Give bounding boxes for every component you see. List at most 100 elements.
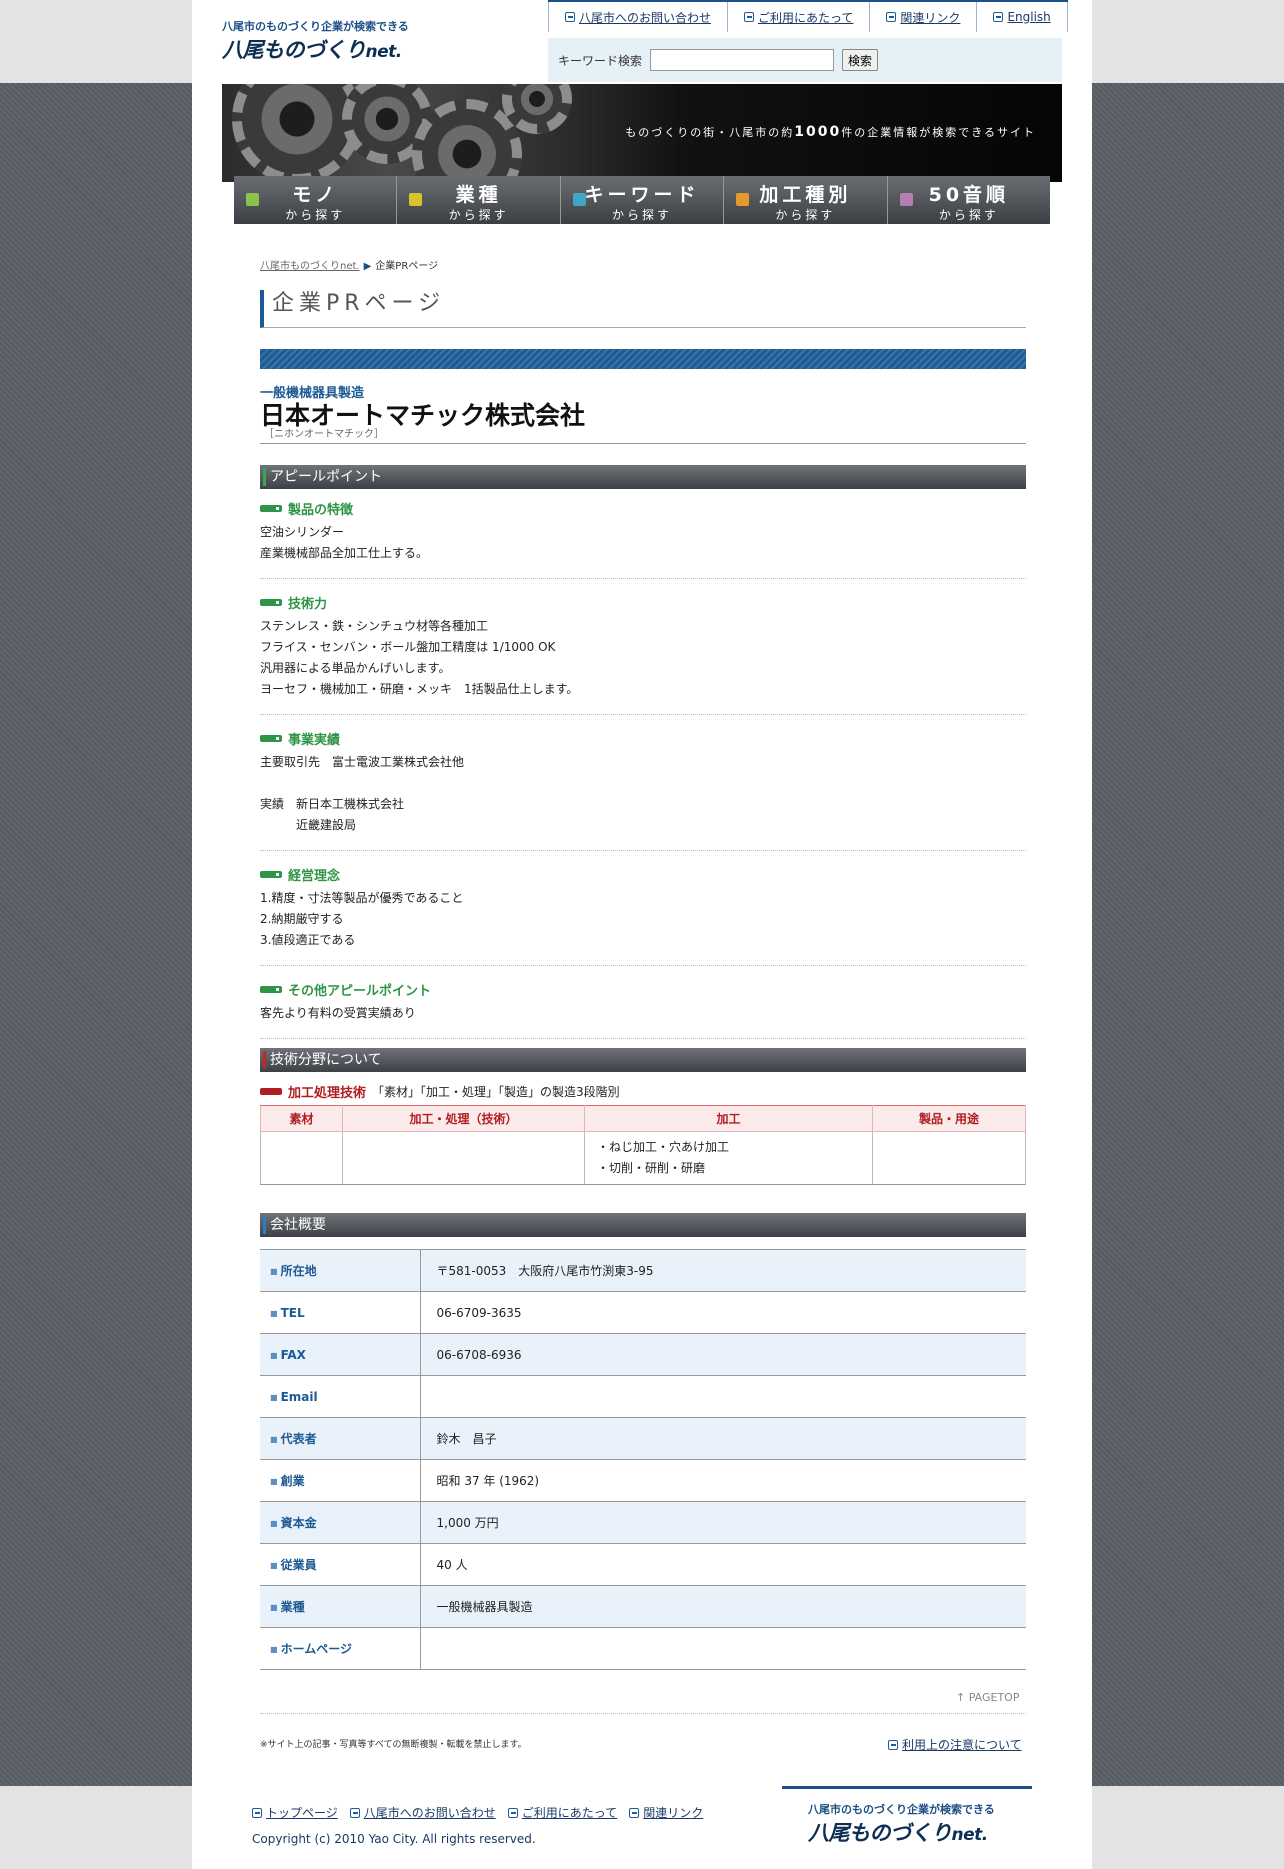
section-header: 会社概要 [260, 1213, 1026, 1237]
profile-key: FAX [260, 1333, 421, 1376]
arrow-icon [629, 1807, 640, 1818]
profile-value: 06-6708-6936 [420, 1333, 1026, 1376]
nav-gyoshu-button[interactable]: 業種 から探す [397, 176, 561, 224]
bullet-icon [260, 505, 282, 512]
appeal-body: ステンレス・鉄・シンチュウ材等各種加工 フライス・センバン・ボール盤加工精度は … [260, 619, 579, 696]
profile-key: 業種 [260, 1585, 421, 1628]
footer-logo[interactable]: 八尾ものづくりnet. [808, 1817, 988, 1847]
search-label: キーワード検索 [558, 53, 643, 68]
profile-key: 所在地 [260, 1249, 421, 1292]
bullet-icon [260, 735, 282, 742]
breadcrumb-current: 企業PRページ [375, 261, 439, 272]
hero-text: ものづくりの街・八尾市の約1000件の企業情報が検索できるサイト [625, 124, 1036, 140]
table-row: 資本金1,000 万円 [260, 1501, 1026, 1544]
tech-subheading: 加工処理技術 「素材」「加工・処理」「製造」の製造3段階別 [260, 1082, 1026, 1101]
appeal-title: 技術力 [288, 597, 328, 612]
site-tagline: 八尾市のものづくり企業が検索できる [222, 20, 409, 33]
table-row: Email [260, 1375, 1026, 1418]
pagetop-link[interactable]: ↑ PAGETOP [956, 1691, 1019, 1704]
appeal-title: 製品の特徴 [288, 503, 354, 518]
profile-table: 所在地〒581-0053 大阪府八尾市竹渕東3-95 TEL06-6709-36… [260, 1249, 1026, 1670]
appeal-body: 客先より有料の受賞実績あり [260, 1006, 416, 1020]
search-button[interactable]: 検索 [842, 49, 879, 71]
breadcrumb: 八尾市ものづくりnet. ▶ 企業PRページ [260, 257, 438, 272]
triangle-right-icon: ▶ [363, 261, 372, 272]
arrow-icon [349, 1807, 360, 1818]
keyword-search-bar: キーワード検索 検索 [548, 38, 1062, 82]
table-row: 所在地〒581-0053 大阪府八尾市竹渕東3-95 [260, 1249, 1026, 1292]
footer-links-link[interactable]: 関連リンク [629, 1804, 703, 1821]
breadcrumb-home-link[interactable]: 八尾市ものづくりnet. [260, 261, 360, 272]
profile-value: 鈴木 昌子 [420, 1417, 1026, 1460]
divider [260, 1713, 1026, 1714]
table-header: 加工・処理（技術） [342, 1105, 585, 1132]
tech-note: 「素材」「加工・処理」「製造」の製造3段階別 [372, 1085, 620, 1099]
tech-table: 素材 加工・処理（技術） 加工 製品・用途 ・ねじ加工・穴あけ加工 ・切削・研削… [260, 1105, 1026, 1185]
profile-value: 40 人 [420, 1543, 1026, 1586]
nav-kakou-button[interactable]: 加工種別 から探す [724, 176, 888, 224]
appeal-title: その他アピールポイント [288, 984, 432, 999]
footer-logo-box: 八尾市のものづくり企業が検索できる 八尾ものづくりnet. [782, 1786, 1032, 1869]
table-cell: ・ねじ加工・穴あけ加工 ・切削・研削・研磨 [584, 1131, 873, 1185]
arrow-icon [565, 12, 575, 22]
arrow-icon [246, 193, 259, 206]
arrow-icon [409, 193, 423, 206]
hero-banner: ものづくりの街・八尾市の約1000件の企業情報が検索できるサイト [222, 84, 1062, 182]
table-row: TEL06-6709-3635 [260, 1291, 1026, 1334]
bullet-icon [260, 599, 282, 606]
profile-value: 〒581-0053 大阪府八尾市竹渕東3-95 [420, 1249, 1026, 1292]
site-logo[interactable]: 八尾ものづくりnet. [222, 34, 402, 64]
profile-value: 06-6709-3635 [420, 1291, 1026, 1334]
profile-value [420, 1375, 1026, 1418]
profile-value [420, 1627, 1026, 1670]
arrow-icon [993, 12, 1004, 22]
arrow-icon [252, 1807, 262, 1818]
nav-contact-link[interactable]: 八尾市へのお問い合わせ [548, 2, 727, 32]
tech-subtitle: 加工処理技術 [288, 1086, 367, 1101]
appeal-title: 事業実績 [288, 733, 341, 748]
appeal-section: アピールポイント 製品の特徴 空油シリンダー 産業機械部品全加工仕上する。 技術… [260, 465, 1026, 1039]
bullet-icon [260, 1088, 282, 1095]
table-row: FAX06-6708-6936 [260, 1333, 1026, 1376]
nav-usage-link[interactable]: ご利用にあたって [727, 2, 869, 32]
profile-value: 1,000 万円 [420, 1501, 1026, 1544]
table-header: 製品・用途 [872, 1105, 1026, 1132]
divider [260, 443, 1026, 444]
usage-notice-link[interactable]: 利用上の注意について [888, 1736, 1022, 1753]
nav-gojuon-button[interactable]: 50音順 から探す [887, 176, 1051, 224]
table-row: 従業員40 人 [260, 1543, 1026, 1586]
tech-section: 技術分野について 加工処理技術 「素材」「加工・処理」「製造」の製造3段階別 素… [260, 1048, 1026, 1185]
gear-image [232, 84, 362, 182]
profile-value: 昭和 37 年 (1962) [420, 1459, 1026, 1502]
profile-key: Email [260, 1375, 421, 1418]
profile-section: 会社概要 所在地〒581-0053 大阪府八尾市竹渕東3-95 TEL06-67… [260, 1213, 1026, 1670]
main-nav: モノ から探す 業種 から探す キーワード から探す 加工種別 から探す 50音順 から探… [234, 176, 1051, 224]
table-row: 創業昭和 37 年 (1962) [260, 1459, 1026, 1502]
nav-english-link[interactable]: English [976, 2, 1068, 32]
top-nav: 八尾市へのお問い合わせ ご利用にあたって 関連リンク English [548, 0, 1068, 32]
arrow-up-icon: ↑ [956, 1691, 966, 1704]
table-header: 素材 [260, 1105, 343, 1132]
profile-key: TEL [260, 1291, 421, 1334]
footer-contact-link[interactable]: 八尾市へのお問い合わせ [349, 1804, 496, 1821]
appeal-item: その他アピールポイント 客先より有料の受賞実績あり [260, 980, 1026, 1039]
copy-notice: ※サイト上の記事・写真等すべての無断複製・転載を禁止します。 [260, 1740, 527, 1750]
appeal-item: 製品の特徴 空油シリンダー 産業機械部品全加工仕上する。 [260, 499, 1026, 579]
page: 八尾市のものづくり企業が検索できる 八尾ものづくりnet. 八尾市へのお問い合わ… [192, 0, 1092, 1869]
footer-top-link[interactable]: トップページ [252, 1804, 338, 1821]
decorative-stripe [260, 349, 1026, 369]
nav-links-link[interactable]: 関連リンク [869, 2, 976, 32]
arrow-icon [886, 12, 897, 22]
arrow-icon [899, 193, 913, 206]
profile-key: ホームページ [260, 1627, 421, 1670]
profile-key: 資本金 [260, 1501, 421, 1544]
footer-usage-link[interactable]: ご利用にあたって [507, 1804, 617, 1821]
table-cell [260, 1131, 343, 1185]
search-input[interactable] [650, 49, 835, 71]
profile-value: 一般機械器具製造 [420, 1585, 1026, 1628]
profile-key: 従業員 [260, 1543, 421, 1586]
nav-keyword-button[interactable]: キーワード から探す [560, 176, 725, 224]
nav-mono-button[interactable]: モノ から探す [234, 176, 398, 224]
arrow-icon [744, 12, 755, 22]
appeal-body: 1.精度・寸法等製品が優秀であること 2.納期厳守する 3.値段適正である [260, 891, 464, 947]
